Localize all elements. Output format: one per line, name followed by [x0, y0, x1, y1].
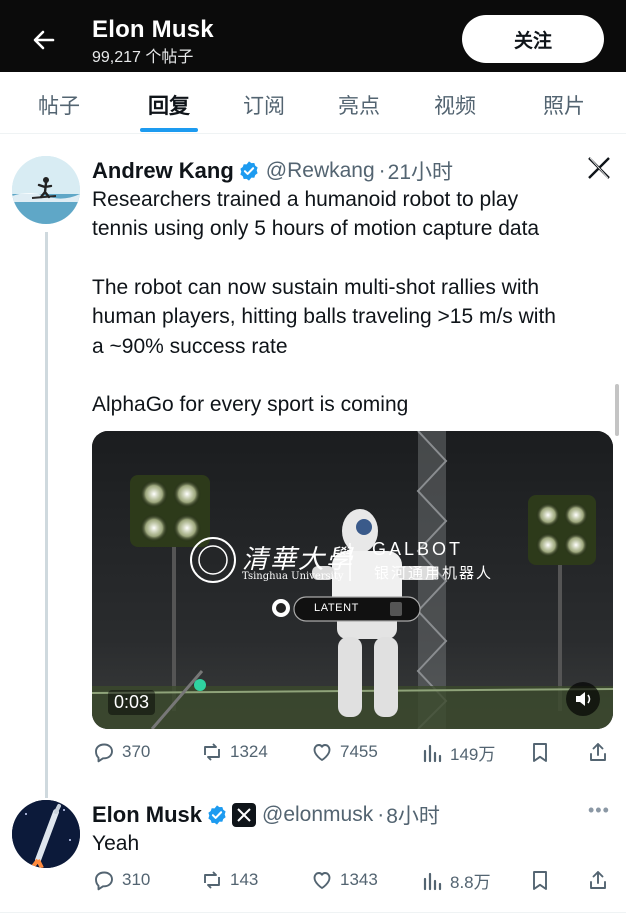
repost-count: 1324: [230, 742, 268, 761]
mute-button[interactable]: [566, 682, 600, 716]
back-button[interactable]: [22, 18, 66, 62]
post-count: 99,217 个帖子: [92, 49, 194, 66]
follow-button[interactable]: 关注: [462, 15, 604, 63]
verified-badge-icon: [208, 805, 226, 825]
bookmark-icon: [533, 871, 547, 890]
repost-icon: [204, 871, 220, 889]
views-button[interactable]: 8.8万: [420, 868, 491, 893]
author-name[interactable]: Elon Musk: [92, 802, 202, 828]
bookmark-icon: [533, 743, 547, 762]
tab-replies[interactable]: 回复: [148, 90, 190, 120]
watermark-galbot-sub: 银河通用机器人: [374, 565, 494, 582]
more-options-icon[interactable]: •••: [588, 800, 610, 821]
tweet-text-line: The robot can now sustain multi-shot ral…: [92, 276, 540, 299]
repost-icon: [204, 743, 220, 761]
bookmark-button[interactable]: [528, 868, 558, 892]
repost-button[interactable]: 1324: [200, 740, 268, 764]
author-handle[interactable]: @elonmusk: [262, 803, 373, 827]
avatar-surfer-image: [12, 156, 80, 224]
like-button[interactable]: 7455: [310, 740, 378, 764]
avatar[interactable]: [12, 156, 80, 224]
tweet2-header: Elon Musk @elonmusk · 8小时: [92, 800, 440, 830]
tab-photos[interactable]: 照片: [543, 90, 585, 120]
author-handle[interactable]: @Rewkang: [266, 159, 375, 183]
tweet1-header: Andrew Kang @Rewkang · 21小时: [92, 156, 453, 186]
video-frame: [92, 431, 613, 729]
tweet-text-line: human players, hitting balls traveling >…: [92, 305, 556, 328]
watermark-galbot: GALBOT: [372, 539, 464, 559]
avatar-rocket-image: [12, 800, 80, 868]
repost-button[interactable]: 143: [200, 868, 258, 892]
x-logo-icon[interactable]: [586, 155, 612, 181]
verified-badge-icon: [240, 161, 258, 181]
tab-highlights[interactable]: 亮点: [338, 90, 380, 120]
avatar[interactable]: [12, 800, 80, 868]
tweet-text-line: AlphaGo for every sport is coming: [92, 393, 409, 416]
tab-subscriptions[interactable]: 订阅: [243, 90, 285, 120]
tweet-text-line: a ~90% success rate: [92, 335, 288, 358]
share-button[interactable]: [586, 740, 616, 764]
tweet2-actions: 310 143 1343 8.8万: [92, 868, 612, 896]
tweet-text-line: tennis using only 5 hours of motion capt…: [92, 217, 540, 240]
tab-posts[interactable]: 帖子: [38, 90, 80, 120]
watermark-tsinghua-sub: Tsinghua University: [242, 571, 344, 582]
like-count: 7455: [340, 742, 378, 761]
reply-icon: [95, 871, 113, 891]
repost-count: 143: [230, 870, 259, 889]
bar-chart-icon: [423, 872, 442, 890]
speaker-icon: [576, 692, 591, 706]
video-player[interactable]: 清華大學 Tsinghua University GALBOT 银河通用机器人 …: [92, 431, 613, 729]
share-icon: [590, 743, 606, 761]
reply-button[interactable]: 310: [92, 868, 150, 892]
reply-count: 310: [122, 870, 151, 889]
tweet1-actions: 370 1324 7455 149万: [92, 740, 612, 768]
author-name[interactable]: Andrew Kang: [92, 158, 234, 184]
tweet-text: Yeah: [92, 832, 140, 855]
share-icon: [590, 871, 606, 889]
view-count: 8.8万: [450, 873, 491, 892]
reply-button[interactable]: 370: [92, 740, 150, 764]
bar-chart-icon: [423, 744, 442, 762]
profile-name: Elon Musk: [92, 16, 214, 43]
scrollbar-thumb[interactable]: [615, 384, 619, 436]
reply-count: 370: [122, 742, 151, 761]
divider: [0, 912, 626, 913]
profile-tabs: 帖子 回复 订阅 亮点 视频 照片: [0, 72, 626, 134]
view-count: 149万: [450, 745, 496, 764]
video-timestamp: 0:03: [108, 690, 156, 715]
active-tab-indicator: [140, 128, 198, 132]
tab-videos[interactable]: 视频: [434, 90, 476, 120]
heart-icon: [313, 744, 331, 761]
x-affiliation-icon: [232, 803, 257, 827]
separator-dot: ·: [378, 159, 386, 182]
reply-icon: [95, 743, 113, 763]
share-button[interactable]: [586, 868, 616, 892]
tweet-text-line: Researchers trained a humanoid robot to …: [92, 188, 519, 211]
tweet-time[interactable]: 8小时: [386, 800, 440, 830]
views-button[interactable]: 149万: [420, 740, 495, 765]
like-count: 1343: [340, 870, 378, 889]
heart-icon: [313, 872, 331, 889]
separator-dot: ·: [377, 803, 385, 826]
bookmark-button[interactable]: [528, 740, 558, 764]
thread-connector: [45, 232, 48, 798]
tweet-time[interactable]: 21小时: [388, 156, 453, 186]
arrow-left-icon: [33, 30, 55, 50]
like-button[interactable]: 1343: [310, 868, 378, 892]
latent-badge: LATENT: [314, 602, 359, 614]
profile-header: Elon Musk 99,217 个帖子 关注: [0, 0, 626, 72]
